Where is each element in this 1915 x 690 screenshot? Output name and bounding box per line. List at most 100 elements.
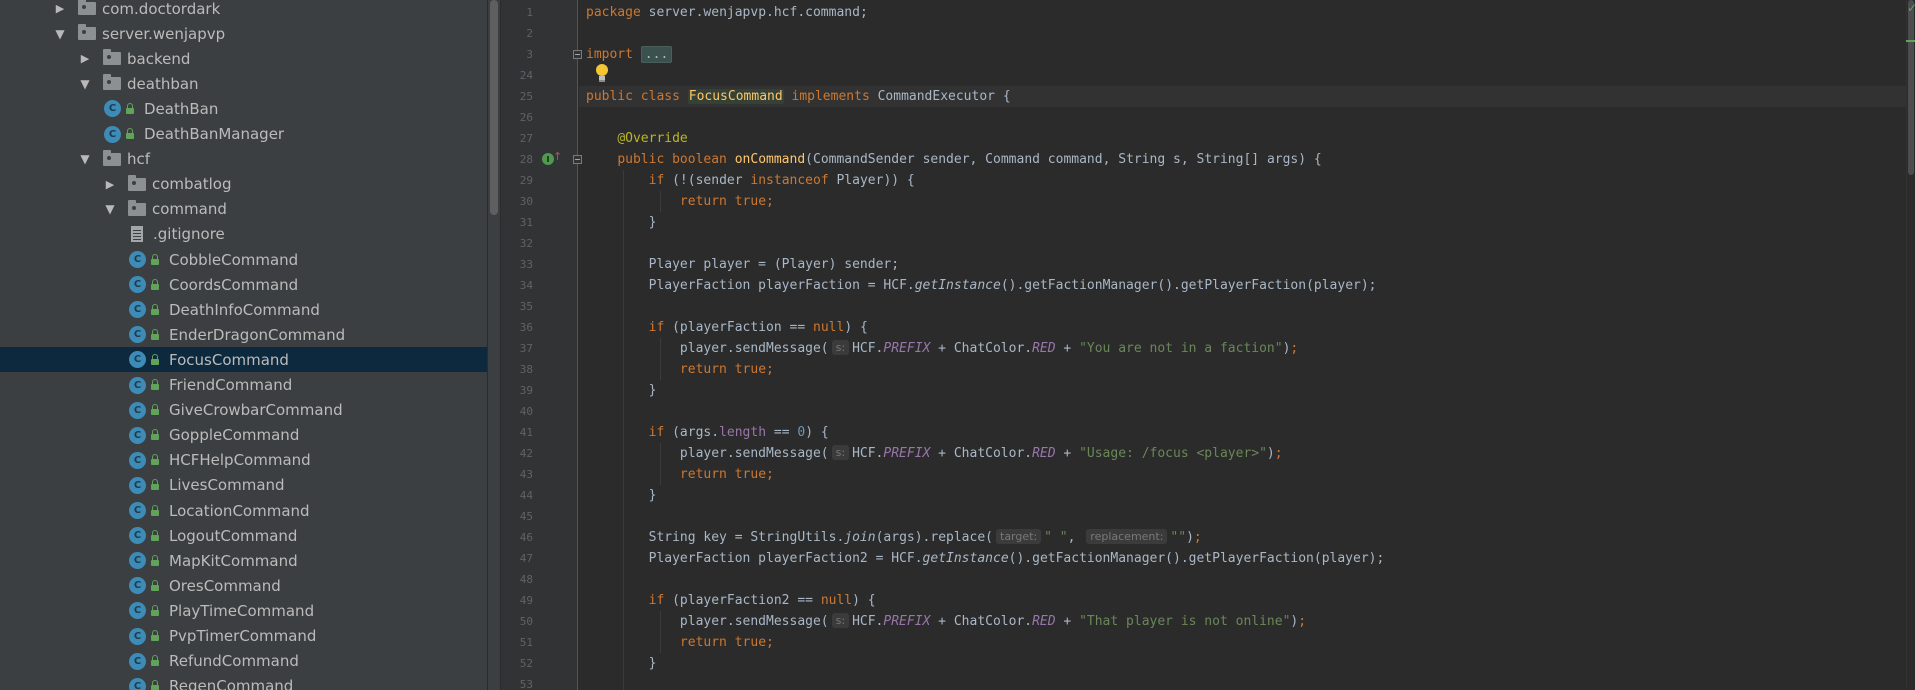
- tree-item-logoutcommand[interactable]: C LogoutCommand: [0, 523, 487, 548]
- code-line[interactable]: public boolean onCommand(CommandSender s…: [586, 149, 1321, 170]
- tree-item-playtimecommand[interactable]: C PlayTimeCommand: [0, 598, 487, 623]
- code-editor[interactable]: 1 2 3 24 25 26 27 28 29 30 31 32 33 34 35 36 37 38 39 40 41 4…: [501, 0, 1915, 690]
- expand-arrow-icon[interactable]: ▶: [79, 46, 91, 71]
- fold-toggle-icon[interactable]: [573, 50, 582, 59]
- collapse-arrow-icon[interactable]: ▼: [104, 197, 116, 222]
- line-number[interactable]: 46: [501, 527, 533, 548]
- line-number[interactable]: 28: [501, 149, 533, 170]
- line-number[interactable]: 48: [501, 569, 533, 590]
- tree-item-gopplecommand[interactable]: C GoppleCommand: [0, 423, 487, 448]
- tree-item-givecrowbarcommand[interactable]: C GiveCrowbarCommand: [0, 398, 487, 423]
- code-line[interactable]: }: [586, 485, 657, 506]
- tree-item-orescommand[interactable]: C OresCommand: [0, 573, 487, 598]
- line-number[interactable]: 43: [501, 464, 533, 485]
- code-line[interactable]: return true;: [586, 632, 774, 653]
- line-number[interactable]: 37: [501, 338, 533, 359]
- line-number[interactable]: 45: [501, 506, 533, 527]
- tree-item-deathban[interactable]: ▼ deathban: [0, 71, 487, 96]
- line-number[interactable]: 42: [501, 443, 533, 464]
- error-stripe-marker[interactable]: [1906, 40, 1915, 42]
- code-line[interactable]: return true;: [586, 359, 774, 380]
- line-number[interactable]: 50: [501, 611, 533, 632]
- line-number[interactable]: 38: [501, 359, 533, 380]
- line-number[interactable]: 41: [501, 422, 533, 443]
- code-line[interactable]: if (playerFaction2 == null) {: [586, 590, 876, 611]
- line-number[interactable]: 31: [501, 212, 533, 233]
- tree-item-friendcommand[interactable]: C FriendCommand: [0, 373, 487, 398]
- code-line[interactable]: }: [586, 212, 657, 233]
- inspection-ok-icon[interactable]: ✓: [1907, 1, 1915, 15]
- tree-item-combatlog[interactable]: ▶ combatlog: [0, 172, 487, 197]
- line-number[interactable]: 35: [501, 296, 533, 317]
- tree-item-hcf[interactable]: ▼ hcf: [0, 147, 487, 172]
- line-number[interactable]: 24: [501, 65, 533, 86]
- tree-item-coordscommand[interactable]: C CoordsCommand: [0, 272, 487, 297]
- tree-item-backend[interactable]: ▶ backend: [0, 46, 487, 71]
- line-number[interactable]: 25: [501, 86, 533, 107]
- expand-arrow-icon[interactable]: ▶: [54, 0, 66, 21]
- code-line[interactable]: PlayerFaction playerFaction2 = HCF.getIn…: [586, 548, 1385, 569]
- line-number[interactable]: 49: [501, 590, 533, 611]
- line-number[interactable]: 47: [501, 548, 533, 569]
- collapse-arrow-icon[interactable]: ▼: [79, 147, 91, 172]
- tree-item-focuscommand[interactable]: C FocusCommand: [0, 347, 487, 373]
- code-line[interactable]: }: [586, 653, 657, 674]
- tree-item-deathinfocommand[interactable]: C DeathInfoCommand: [0, 297, 487, 322]
- line-number[interactable]: 51: [501, 632, 533, 653]
- line-number[interactable]: 2: [501, 23, 533, 44]
- code-line[interactable]: return true;: [586, 191, 774, 212]
- line-number[interactable]: 1: [501, 2, 533, 23]
- line-number[interactable]: 40: [501, 401, 533, 422]
- editor-gutter[interactable]: 1 2 3 24 25 26 27 28 29 30 31 32 33 34 35 36 37 38 39 40 41 4…: [501, 0, 582, 690]
- line-number[interactable]: 27: [501, 128, 533, 149]
- line-number[interactable]: 53: [501, 674, 533, 690]
- tree-item-enderdragoncommand[interactable]: C EnderDragonCommand: [0, 322, 487, 347]
- expand-arrow-icon[interactable]: ▶: [104, 172, 116, 197]
- collapse-arrow-icon[interactable]: ▼: [54, 21, 66, 46]
- line-number[interactable]: 34: [501, 275, 533, 296]
- project-tree-scroll-thumb[interactable]: [490, 0, 498, 215]
- tree-item-deathban[interactable]: C DeathBan: [0, 96, 487, 121]
- line-number[interactable]: 39: [501, 380, 533, 401]
- tree-item-deathbanmanager[interactable]: C DeathBanManager: [0, 122, 487, 147]
- tree-item-refundcommand[interactable]: C RefundCommand: [0, 649, 487, 674]
- tree-item-pvptimercommand[interactable]: C PvpTimerCommand: [0, 624, 487, 649]
- code-line[interactable]: if (args.length == 0) {: [586, 422, 829, 443]
- code-line[interactable]: PlayerFaction playerFaction = HCF.getIns…: [586, 275, 1377, 296]
- code-line[interactable]: public class FocusCommand implements Com…: [586, 86, 1011, 107]
- tree-item-command[interactable]: ▼ command: [0, 197, 487, 222]
- code-line[interactable]: player.sendMessage(s: HCF.PREFIX + ChatCo…: [586, 338, 1298, 359]
- code-line[interactable]: player.sendMessage(s: HCF.PREFIX + ChatCo…: [586, 443, 1283, 464]
- tree-item-locationcommand[interactable]: C LocationCommand: [0, 498, 487, 523]
- code-line[interactable]: if (!(sender instanceof Player)) {: [586, 170, 915, 191]
- code-line[interactable]: package server.wenjapvp.hcf.command;: [586, 2, 868, 23]
- fold-toggle-icon[interactable]: [573, 155, 582, 164]
- tree-item-com-doctordark[interactable]: ▶ com.doctordark: [0, 0, 487, 21]
- code-line[interactable]: player.sendMessage(s: HCF.PREFIX + ChatCo…: [586, 611, 1306, 632]
- line-number[interactable]: 44: [501, 485, 533, 506]
- code-line[interactable]: Player player = (Player) sender;: [586, 254, 899, 275]
- tree-item-server-wenjapvp[interactable]: ▼ server.wenjapvp: [0, 21, 487, 46]
- line-number[interactable]: 29: [501, 170, 533, 191]
- line-number[interactable]: 33: [501, 254, 533, 275]
- tree-item-regencommand[interactable]: C RegenCommand: [0, 674, 487, 690]
- line-number[interactable]: 3: [501, 44, 533, 65]
- code-line[interactable]: if (playerFaction == null) {: [586, 317, 868, 338]
- editor-scroll-thumb[interactable]: [1908, 0, 1914, 175]
- line-number[interactable]: 52: [501, 653, 533, 674]
- project-tree-panel[interactable]: ▶ com.doctordark ▼ server.wenjapvp ▶ backend ▼…: [0, 0, 487, 690]
- lightbulb-icon[interactable]: [595, 64, 609, 83]
- code-line[interactable]: }: [586, 380, 657, 401]
- code-line[interactable]: import ...: [586, 44, 673, 65]
- tree-item-gitignore[interactable]: .gitignore: [0, 222, 487, 247]
- code-line[interactable]: return true;: [586, 464, 774, 485]
- tree-item-livescommand[interactable]: C LivesCommand: [0, 473, 487, 498]
- line-number[interactable]: 36: [501, 317, 533, 338]
- line-number[interactable]: 30: [501, 191, 533, 212]
- code-line[interactable]: @Override: [586, 128, 687, 149]
- folded-imports[interactable]: ...: [640, 46, 673, 63]
- tree-item-hcfhelpcommand[interactable]: C HCFHelpCommand: [0, 448, 487, 473]
- tree-item-cobblecommand[interactable]: C CobbleCommand: [0, 247, 487, 272]
- line-number[interactable]: 32: [501, 233, 533, 254]
- code-line[interactable]: String key = StringUtils.join(args).repl…: [586, 527, 1202, 548]
